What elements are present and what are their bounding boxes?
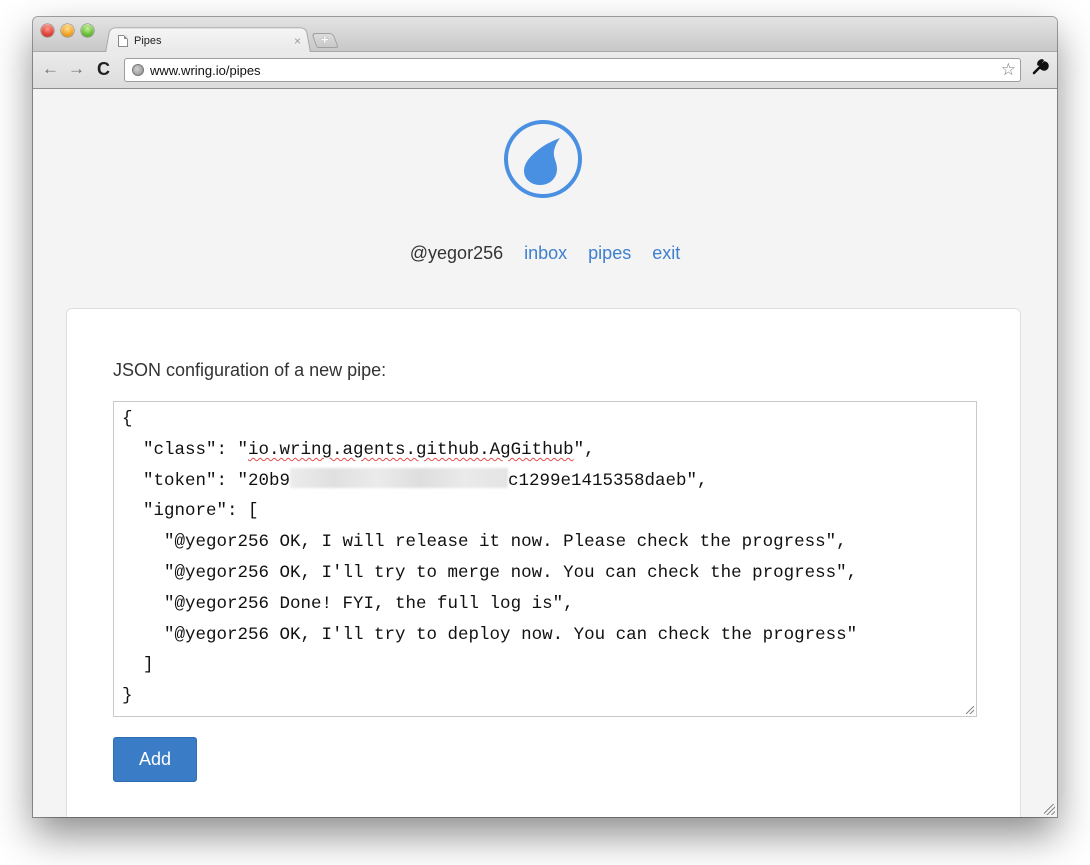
page-content: @yegor256 inbox pipes exit JSON configur… <box>33 89 1057 817</box>
nav-link-inbox[interactable]: inbox <box>524 243 567 263</box>
globe-icon <box>132 64 144 76</box>
config-line-token: "token": "20b9 c1299e1415358daeb", <box>122 467 708 491</box>
address-bar[interactable]: www.wring.io/pipes ☆ <box>124 58 1021 82</box>
config-label: JSON configuration of a new pipe: <box>113 360 387 380</box>
close-window-button[interactable] <box>41 24 54 37</box>
ignore-item: "@yegor256 OK, I'll try to merge now. Yo… <box>122 562 858 583</box>
zoom-window-button[interactable] <box>81 24 94 37</box>
nav-link-pipes[interactable]: pipes <box>588 243 631 263</box>
wrench-icon[interactable] <box>1031 58 1049 76</box>
class-value: io.wring.agents.github.AgGithub <box>248 439 574 460</box>
new-tab-button[interactable]: + <box>311 32 339 48</box>
config-line: "ignore": [ <box>122 501 259 522</box>
plus-icon: + <box>321 32 329 47</box>
config-line: ] <box>122 655 154 676</box>
config-textarea[interactable]: { "class": "io.wring.agents.github.AgGit… <box>113 401 977 717</box>
url-text[interactable]: www.wring.io/pipes <box>150 63 1001 78</box>
page-icon <box>118 35 128 47</box>
forward-arrow-icon[interactable]: → <box>68 60 85 78</box>
new-pipe-card: JSON configuration of a new pipe: { "cla… <box>66 308 1021 817</box>
reload-icon[interactable]: C <box>97 60 110 78</box>
config-line: { <box>122 409 133 429</box>
ignore-item: "@yegor256 Done! FYI, the full log is", <box>122 593 574 614</box>
browser-window: Pipes × + ← → C www.wring.io/pipes ☆ @ye… <box>33 17 1057 817</box>
textarea-resize-handle[interactable] <box>966 706 974 714</box>
username: @yegor256 <box>409 243 504 263</box>
tab-strip: Pipes × + <box>33 17 1057 53</box>
ignore-item: "@yegor256 OK, I will release it now. Pl… <box>122 532 847 553</box>
ignore-item: "@yegor256 OK, I'll try to deploy now. Y… <box>122 624 858 645</box>
bookmark-star-icon[interactable]: ☆ <box>1001 60 1016 80</box>
redacted-token <box>290 467 509 488</box>
tab-close-icon[interactable]: × <box>294 34 301 48</box>
tab-pipes-content[interactable]: Pipes × <box>115 30 305 52</box>
nav-link-exit[interactable]: exit <box>652 243 680 263</box>
config-line-class: "class": "io.wring.agents.github.AgGithu… <box>122 439 595 460</box>
user-nav: @yegor256 inbox pipes exit <box>33 243 1057 264</box>
tab-title: Pipes <box>134 35 162 47</box>
browser-toolbar: ← → C www.wring.io/pipes ☆ <box>33 52 1057 89</box>
back-arrow-icon[interactable]: ← <box>42 60 59 78</box>
water-drop-logo-icon[interactable] <box>503 119 583 199</box>
config-line: } <box>122 686 133 707</box>
add-button[interactable]: Add <box>113 737 197 782</box>
minimize-window-button[interactable] <box>61 24 74 37</box>
window-resize-handle[interactable] <box>1044 804 1055 815</box>
